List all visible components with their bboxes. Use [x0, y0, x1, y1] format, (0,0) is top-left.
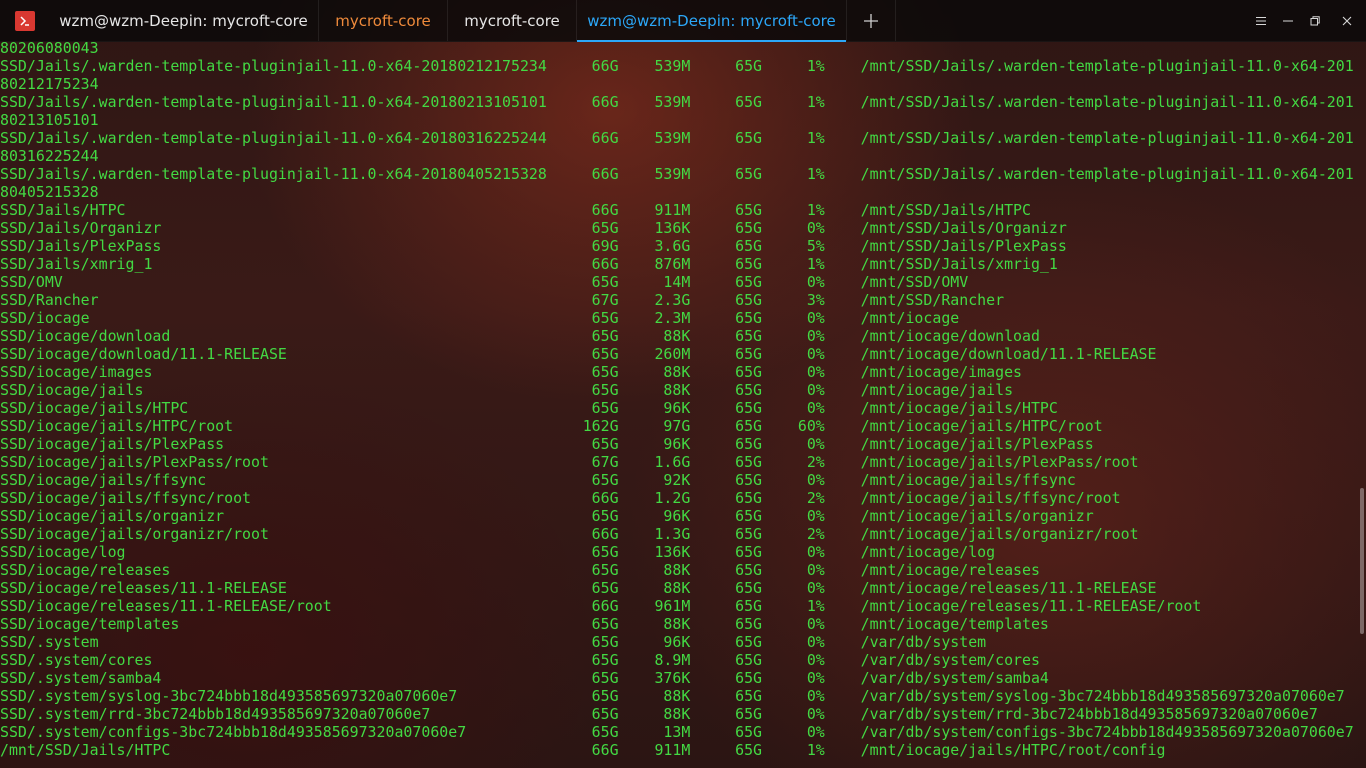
terminal-line: SSD/Rancher 67G 2.3G 65G 3% /mnt/SSD/Ran…: [0, 291, 1005, 309]
close-icon: [1342, 16, 1352, 25]
terminal-line: SSD/iocage/images 65G 88K 65G 0% /mnt/io…: [0, 363, 1023, 381]
terminal-line: SSD/Jails/.warden-template-pluginjail-11…: [0, 57, 1354, 75]
menu-icon: [1255, 16, 1266, 25]
terminal-line: SSD/iocage/jails/PlexPass/root 67G 1.6G …: [0, 453, 1139, 471]
terminal-line: SSD/.system 65G 96K 65G 0% /var/db/syste…: [0, 633, 987, 651]
tab-terminal-2[interactable]: mycroft-core: [319, 0, 448, 41]
terminal-line: SSD/iocage/download 65G 88K 65G 0% /mnt/…: [0, 327, 1040, 345]
terminal-line: SSD/.system/rrd-3bc724bbb18d493585697320…: [0, 705, 1318, 723]
terminal-line: 80206080043: [0, 41, 99, 57]
maximize-button[interactable]: [1301, 0, 1328, 41]
terminal-line: SSD/Jails/xmrig_1 66G 876M 65G 1% /mnt/S…: [0, 255, 1058, 273]
terminal-line: SSD/.system/syslog-3bc724bbb18d493585697…: [0, 687, 1345, 705]
terminal-output[interactable]: 80206080043 SSD/Jails/.warden-template-pl…: [0, 41, 1366, 768]
terminal-line: SSD/iocage/log 65G 136K 65G 0% /mnt/ioca…: [0, 543, 996, 561]
terminal-line: SSD/iocage/releases/11.1-RELEASE/root 66…: [0, 597, 1202, 615]
terminal-line: 80213105101: [0, 111, 99, 129]
terminal-line: SSD/Jails/PlexPass 69G 3.6G 65G 5% /mnt/…: [0, 237, 1067, 255]
terminal-line: SSD/Jails/.warden-template-pluginjail-11…: [0, 93, 1354, 111]
terminal-line: SSD/iocage/releases 65G 88K 65G 0% /mnt/…: [0, 561, 1040, 579]
terminal-line: 80212175234: [0, 75, 99, 93]
minimize-button[interactable]: [1274, 0, 1301, 41]
tab-terminal-1[interactable]: wzm@wzm-Deepin: mycroft-core: [49, 0, 319, 41]
tab-label: mycroft-core: [464, 11, 560, 30]
tab-label: wzm@wzm-Deepin: mycroft-core: [587, 11, 836, 30]
terminal-line: SSD/.system/samba4 65G 376K 65G 0% /var/…: [0, 669, 1049, 687]
terminal-line: /mnt/SSD/Jails/HTPC 66G 911M 65G 1% /mnt…: [0, 741, 1166, 759]
menu-button[interactable]: [1247, 0, 1274, 41]
terminal-line: SSD/iocage/jails/HTPC/root 162G 97G 65G …: [0, 417, 1103, 435]
tab-label: mycroft-core: [335, 11, 431, 30]
window-titlebar: wzm@wzm-Deepin: mycroft-core mycroft-cor…: [0, 0, 1366, 42]
terminal-line: SSD/iocage/jails/PlexPass 65G 96K 65G 0%…: [0, 435, 1094, 453]
terminal-line: SSD/iocage/jails/ffsync 65G 92K 65G 0% /…: [0, 471, 1076, 489]
terminal-line: SSD/iocage 65G 2.3M 65G 0% /mnt/iocage: [0, 309, 960, 327]
terminal-line: SSD/iocage/jails/HTPC 65G 96K 65G 0% /mn…: [0, 399, 1058, 417]
terminal-line: SSD/Jails/.warden-template-pluginjail-11…: [0, 165, 1354, 183]
terminal-line: SSD/iocage/templates 65G 88K 65G 0% /mnt…: [0, 615, 1049, 633]
terminal-line: SSD/iocage/jails/ffsync/root 66G 1.2G 65…: [0, 489, 1121, 507]
terminal-line: 80316225244: [0, 147, 99, 165]
terminal-scrollbar[interactable]: [1360, 488, 1364, 634]
terminal-line: SSD/OMV 65G 14M 65G 0% /mnt/SSD/OMV: [0, 273, 969, 291]
terminal-line: SSD/.system/cores 65G 8.9M 65G 0% /var/d…: [0, 651, 1040, 669]
tab-terminal-3[interactable]: mycroft-core: [448, 0, 577, 41]
terminal-line: 80405215328: [0, 183, 99, 201]
tab-label: wzm@wzm-Deepin: mycroft-core: [59, 11, 308, 30]
terminal-line: SSD/iocage/download/11.1-RELEASE 65G 260…: [0, 345, 1157, 363]
minimize-icon: [1282, 20, 1293, 21]
terminal-line: SSD/iocage/jails/organizr 65G 96K 65G 0%…: [0, 507, 1094, 525]
terminal-line: SSD/iocage/jails/organizr/root 66G 1.3G …: [0, 525, 1139, 543]
terminal-line: SSD/iocage/jails 65G 88K 65G 0% /mnt/ioc…: [0, 381, 1014, 399]
window-controls: [1247, 0, 1366, 41]
new-tab-button[interactable]: [847, 0, 896, 41]
close-button[interactable]: [1328, 0, 1366, 41]
terminal-line: SSD/Jails/HTPC 66G 911M 65G 1% /mnt/SSD/…: [0, 201, 1031, 219]
tab-terminal-4-active[interactable]: wzm@wzm-Deepin: mycroft-core: [577, 0, 847, 42]
terminal-line: SSD/Jails/.warden-template-pluginjail-11…: [0, 129, 1354, 147]
terminal-line: SSD/.system/configs-3bc724bbb18d49358569…: [0, 723, 1354, 741]
terminal-line: SSD/Jails/Organizr 65G 136K 65G 0% /mnt/…: [0, 219, 1067, 237]
terminal-app-icon[interactable]: [0, 0, 49, 41]
terminal-line: SSD/iocage/releases/11.1-RELEASE 65G 88K…: [0, 579, 1157, 597]
plus-icon: [864, 13, 878, 28]
maximize-icon: [1310, 15, 1320, 25]
